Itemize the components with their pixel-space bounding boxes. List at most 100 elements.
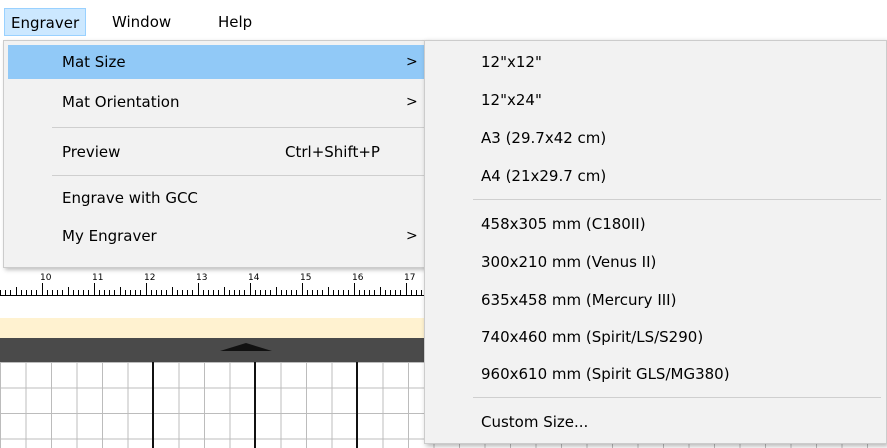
ruler-label: 17 — [404, 273, 416, 283]
menu-help[interactable]: Help — [212, 8, 258, 36]
ruler-label: 13 — [196, 273, 208, 283]
ruler-tick — [353, 283, 355, 295]
ruler-tick — [130, 290, 131, 295]
ruler-tick — [135, 290, 137, 295]
menu-item-mat-size[interactable]: Mat Size > — [8, 45, 424, 79]
ruler-tick — [244, 290, 246, 295]
ruler-tick — [10, 290, 12, 295]
ruler-tick — [140, 290, 142, 295]
menu-item-engrave-with-gcc[interactable]: Engrave with GCC — [8, 181, 424, 215]
ruler-tick — [405, 283, 407, 295]
ruler-tick — [93, 283, 95, 295]
ruler-tick — [5, 290, 7, 295]
menu-item-mat-orientation[interactable]: Mat Orientation > — [8, 85, 424, 119]
mat-size-a3[interactable]: A3 (29.7x42 cm) — [481, 123, 606, 153]
menu-window[interactable]: Window — [106, 8, 177, 36]
ruler-tick — [228, 290, 230, 295]
ruler-tick — [384, 290, 386, 295]
ruler-tick — [150, 290, 152, 295]
ruler-tick — [296, 290, 298, 295]
ruler-tick — [410, 290, 412, 295]
ruler-label: 11 — [92, 273, 104, 283]
ruler-tick — [166, 290, 168, 295]
ruler-tick — [145, 283, 147, 295]
ruler-tick — [31, 290, 33, 295]
mat-size-custom[interactable]: Custom Size... — [481, 407, 588, 437]
ruler-tick — [26, 290, 27, 295]
ruler-tick — [322, 290, 324, 295]
ruler-tick — [83, 290, 85, 295]
ruler-tick — [109, 290, 111, 295]
ruler-tick — [161, 290, 163, 295]
ruler-tick — [275, 287, 277, 295]
ruler-tick — [312, 290, 313, 295]
ruler-tick — [36, 290, 38, 295]
ruler-tick — [67, 287, 69, 295]
menubar: Engraver Window Help — [0, 0, 887, 40]
ruler-tick — [41, 283, 43, 295]
mat-size-c180ii[interactable]: 458x305 mm (C180II) — [481, 209, 646, 239]
ruler-tick — [124, 290, 126, 295]
ruler-tick — [400, 290, 402, 295]
menu-separator — [52, 175, 424, 176]
ruler-tick — [421, 290, 423, 295]
ruler-tick — [416, 290, 417, 295]
ruler-label: 12 — [144, 273, 156, 283]
ruler-tick — [72, 290, 74, 295]
ruler-tick — [395, 290, 397, 295]
mat-arrow-marker — [220, 343, 272, 351]
ruler-tick — [197, 283, 199, 295]
grid-major-line — [152, 362, 154, 448]
ruler-tick — [364, 290, 365, 295]
ruler-tick — [327, 287, 329, 295]
ruler-tick — [348, 290, 350, 295]
ruler-tick — [254, 290, 256, 295]
ruler-tick — [98, 290, 100, 295]
ruler-tick — [114, 290, 116, 295]
mat-size-mercury-iii[interactable]: 635x458 mm (Mercury III) — [481, 285, 676, 315]
ruler-tick — [62, 290, 64, 295]
ruler-tick — [187, 290, 189, 295]
ruler-tick — [234, 290, 235, 295]
menu-item-label: Mat Size — [62, 53, 126, 71]
mat-size-12x12[interactable]: 12"x12" — [481, 47, 542, 77]
menu-item-label: My Engraver — [62, 227, 157, 245]
ruler-tick — [265, 290, 267, 295]
ruler-tick — [239, 290, 241, 295]
submenu-arrow-icon: > — [406, 228, 418, 244]
submenu-separator — [473, 199, 881, 200]
mat-size-a4[interactable]: A4 (21x29.7 cm) — [481, 161, 606, 191]
ruler-tick — [57, 290, 59, 295]
menu-item-my-engraver[interactable]: My Engraver > — [8, 219, 424, 253]
ruler-tick — [306, 290, 308, 295]
ruler-tick — [218, 290, 220, 295]
mat-size-venus-ii[interactable]: 300x210 mm (Venus II) — [481, 247, 656, 277]
ruler-tick — [301, 283, 303, 295]
menu-item-label: Mat Orientation — [62, 93, 180, 111]
ruler-tick — [213, 290, 215, 295]
ruler-tick — [202, 290, 204, 295]
menu-item-preview[interactable]: Preview Ctrl+Shift+P — [8, 135, 424, 169]
ruler-tick — [358, 290, 360, 295]
ruler-tick — [280, 290, 282, 295]
menu-item-label: Engrave with GCC — [62, 189, 198, 207]
ruler-tick — [0, 290, 1, 295]
ruler-tick — [46, 290, 48, 295]
ruler-tick — [260, 290, 261, 295]
ruler-tick — [249, 283, 251, 295]
ruler-tick — [286, 290, 287, 295]
ruler-tick — [88, 290, 90, 295]
menu-engraver[interactable]: Engraver — [4, 8, 87, 36]
ruler-tick — [374, 290, 376, 295]
ruler-tick — [291, 290, 293, 295]
ruler-tick — [20, 290, 22, 295]
mat-size-spirit-gls-mg380[interactable]: 960x610 mm (Spirit GLS/MG380) — [481, 359, 730, 389]
ruler-tick — [176, 290, 178, 295]
ruler-tick — [390, 290, 391, 295]
mat-size-12x24[interactable]: 12"x24" — [481, 85, 542, 115]
menu-item-shortcut: Ctrl+Shift+P — [285, 143, 380, 161]
mat-size-spirit-ls-s290[interactable]: 740x460 mm (Spirit/LS/S290) — [481, 322, 703, 352]
ruler-tick — [343, 290, 345, 295]
ruler-tick — [338, 290, 339, 295]
ruler-tick — [379, 287, 381, 295]
